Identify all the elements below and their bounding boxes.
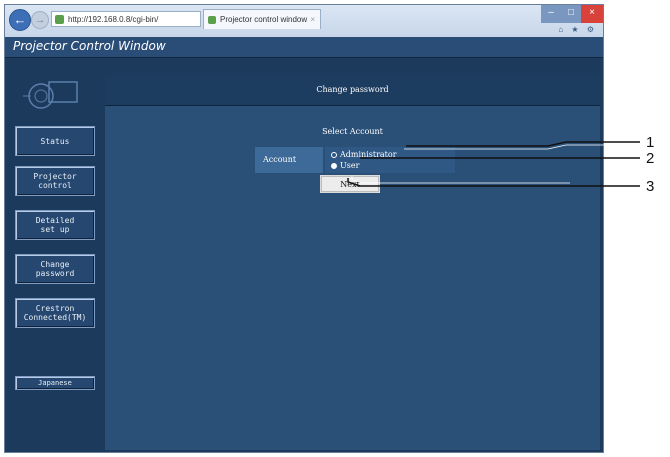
- browser-window: ← → http://192.168.0.8/cgi-bin/ Projecto…: [4, 4, 604, 453]
- sidebar-item-projector-control[interactable]: Projector control: [15, 166, 95, 196]
- tab-title: Projector control window: [220, 15, 308, 24]
- language-button[interactable]: Japanese: [15, 376, 95, 390]
- radio-administrator[interactable]: Administrator: [331, 149, 397, 160]
- tab-close-icon[interactable]: ×: [310, 10, 315, 30]
- callout-2: 2: [646, 150, 655, 167]
- radio-checked-icon[interactable]: [331, 162, 337, 169]
- site-favicon-icon: [55, 15, 64, 24]
- account-options: Administrator User: [325, 147, 455, 173]
- radio-user-label: User: [340, 161, 360, 170]
- back-icon[interactable]: ←: [9, 9, 31, 31]
- address-text: http://192.168.0.8/cgi-bin/: [68, 15, 159, 24]
- sidebar-item-crestron-connected[interactable]: Crestron Connected(TM): [15, 298, 95, 328]
- main-content: Change password Select Account Account A…: [105, 75, 600, 450]
- toolbar-icons[interactable]: ⌂ ★ ⚙: [558, 25, 597, 34]
- account-label: Account: [255, 147, 323, 173]
- address-bar[interactable]: http://192.168.0.8/cgi-bin/: [51, 11, 201, 27]
- page-title: Projector Control Window: [13, 39, 166, 53]
- projector-logo-icon: [23, 81, 78, 109]
- account-row: Account Administrator User: [255, 147, 455, 173]
- radio-administrator-label: Administrator: [340, 150, 397, 159]
- sidebar-item-detailed-setup[interactable]: Detailed set up: [15, 210, 95, 240]
- sidebar-item-change-password[interactable]: Change password: [15, 254, 95, 284]
- radio-user[interactable]: User: [331, 160, 359, 171]
- sidebar: Status Projector control Detailed set up…: [5, 58, 103, 452]
- radio-unchecked-icon[interactable]: [331, 151, 337, 158]
- sidebar-item-status[interactable]: Status: [15, 126, 95, 156]
- app-title-bar: Projector Control Window: [5, 37, 603, 58]
- forward-icon[interactable]: →: [31, 11, 49, 29]
- browser-tab[interactable]: Projector control window ×: [203, 9, 321, 29]
- minimize-icon[interactable]: –: [541, 5, 561, 23]
- select-account-heading: Select Account: [322, 127, 383, 136]
- tab-favicon-icon: [208, 16, 216, 24]
- callout-3: 3: [646, 178, 655, 195]
- maximize-icon[interactable]: □: [561, 5, 581, 23]
- next-button[interactable]: Next: [320, 175, 380, 193]
- close-icon[interactable]: ×: [581, 5, 603, 23]
- browser-toolbar: ← → http://192.168.0.8/cgi-bin/ Projecto…: [5, 5, 603, 38]
- callout-1: 1: [646, 134, 655, 151]
- section-header: Change password: [105, 75, 600, 106]
